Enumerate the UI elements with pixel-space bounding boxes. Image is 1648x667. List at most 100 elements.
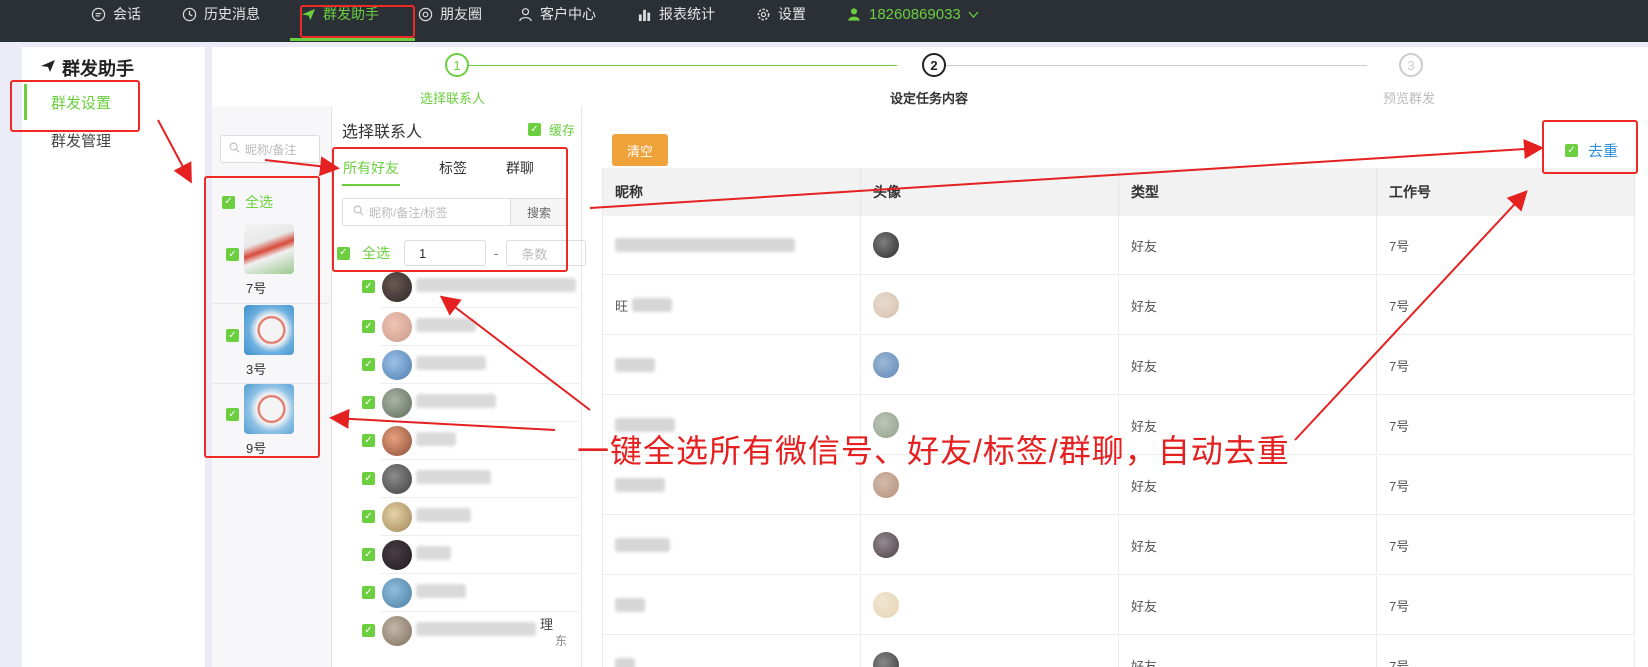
nav-item-chat[interactable]: 会话	[90, 0, 141, 28]
step-1-circle: 1	[445, 53, 469, 77]
checkbox[interactable]: ✓	[362, 320, 375, 333]
blurred-name	[615, 238, 795, 252]
avatar	[873, 652, 899, 667]
step-connector	[457, 65, 897, 66]
nav-item-history[interactable]: 历史消息	[181, 0, 260, 28]
checkbox[interactable]: ✓	[362, 434, 375, 447]
cell-work-no: 7号	[1377, 636, 1635, 667]
checkbox[interactable]: ✓	[1565, 144, 1578, 157]
contact-list-item[interactable]: ✓	[350, 462, 580, 502]
checkbox[interactable]: ✓	[362, 624, 375, 637]
blurred-name	[416, 508, 471, 522]
contact-list-item[interactable]: ✓	[350, 576, 580, 616]
contact-partial-text: 理	[540, 617, 554, 632]
contact-list-item[interactable]: ✓	[350, 538, 580, 578]
chevron-down-icon	[968, 6, 979, 22]
account-search-input[interactable]: 昵称/备注	[220, 135, 320, 163]
range-count-input[interactable]: 条数	[506, 240, 587, 266]
contact-list-item[interactable]: ✓	[350, 500, 580, 540]
blurred-name	[416, 584, 466, 598]
nav-label: 设置	[778, 6, 806, 22]
dedup-toggle[interactable]: ✓ 去重	[1565, 140, 1618, 161]
select-all-label: 全选	[362, 245, 390, 261]
blurred-name	[615, 598, 645, 612]
blurred-name	[416, 432, 456, 446]
tab-tags[interactable]: 标签	[439, 158, 467, 178]
account-card[interactable]: ✓ 9号	[226, 384, 322, 462]
cell-nickname	[603, 216, 861, 275]
cell-avatar	[861, 216, 1119, 275]
checkbox[interactable]: ✓	[362, 396, 375, 409]
nav-item-customers[interactable]: 客户中心	[517, 0, 596, 28]
active-tab-underline	[290, 38, 415, 41]
blurred-name	[416, 622, 536, 636]
checkbox[interactable]: ✓	[226, 248, 239, 261]
avatar	[873, 472, 899, 498]
avatar	[382, 502, 412, 532]
clear-button[interactable]: 清空	[612, 134, 668, 166]
send-icon	[40, 58, 56, 79]
nav-account-phone[interactable]: 18260869033	[846, 0, 979, 28]
account-card[interactable]: ✓ 3号	[226, 305, 322, 383]
cell-work-no: 7号	[1377, 516, 1635, 575]
checkbox[interactable]: ✓	[362, 586, 375, 599]
checkbox[interactable]: ✓	[226, 329, 239, 342]
avatar	[382, 350, 412, 380]
tab-group-chats[interactable]: 群聊	[506, 158, 534, 178]
aperture-icon	[417, 6, 433, 22]
checkbox[interactable]: ✓	[362, 472, 375, 485]
gear-icon	[755, 6, 771, 22]
tab-underline	[342, 184, 400, 186]
checkbox[interactable]: ✓	[226, 408, 239, 421]
nav-item-mass-send[interactable]: 群发助手	[300, 0, 379, 28]
blurred-name	[632, 298, 673, 312]
step-3-label: 预览群发	[1383, 91, 1436, 106]
range-from-input[interactable]: 1	[404, 240, 486, 266]
avatar	[382, 312, 412, 342]
cell-nickname	[603, 516, 861, 575]
contact-list-item[interactable]: ✓	[350, 424, 580, 464]
checkbox[interactable]: ✓	[362, 280, 375, 293]
checkbox[interactable]: ✓	[362, 358, 375, 371]
contact-list-item[interactable]: ✓	[350, 310, 580, 350]
cache-toggle[interactable]: ✓ 缓存	[528, 120, 575, 139]
cell-type: 好友	[1119, 636, 1377, 667]
account-card[interactable]: ✓ 7号	[226, 224, 322, 302]
account-name: 9号	[246, 441, 267, 456]
blurred-name	[416, 470, 491, 484]
account-select-all[interactable]: ✓ 全选	[222, 192, 273, 212]
sidebar-item-mass-send-settings[interactable]: 群发设置	[24, 84, 174, 120]
sidebar-item-mass-send-management[interactable]: 群发管理	[24, 122, 174, 158]
contact-list-item[interactable]: ✓	[350, 348, 580, 388]
avatar	[382, 426, 412, 456]
contact-search-input[interactable]: 昵称/备注/标签	[342, 198, 510, 226]
cell-type: 好友	[1119, 216, 1377, 275]
nav-item-reports[interactable]: 报表统计	[636, 0, 715, 28]
contact-list-item[interactable]: ✓	[350, 386, 580, 426]
cell-avatar	[861, 336, 1119, 395]
divider	[212, 303, 330, 304]
checkbox[interactable]: ✓	[362, 548, 375, 561]
search-icon	[353, 205, 364, 219]
nav-label: 会话	[113, 6, 141, 22]
contact-list-item[interactable]: ✓ 理 东	[350, 614, 580, 654]
account-avatar	[244, 305, 294, 355]
cell-work-no: 7号	[1377, 576, 1635, 635]
nav-item-settings[interactable]: 设置	[755, 0, 806, 28]
divider	[380, 459, 580, 460]
cell-type: 好友	[1119, 516, 1377, 575]
checkbox[interactable]: ✓	[337, 246, 350, 260]
nav-item-moments[interactable]: 朋友圈	[417, 0, 482, 28]
account-avatar	[244, 224, 294, 274]
range-separator: -	[494, 245, 499, 261]
tab-all-friends[interactable]: 所有好友	[343, 158, 399, 178]
search-button[interactable]: 搜索	[510, 198, 568, 226]
checkbox[interactable]: ✓	[362, 510, 375, 523]
step-2-circle: 2	[922, 53, 946, 77]
checkbox[interactable]: ✓	[222, 195, 235, 209]
avatar	[873, 592, 899, 618]
checkbox[interactable]: ✓	[528, 123, 541, 136]
blurred-name	[615, 538, 670, 552]
avatar	[382, 388, 412, 418]
contact-list-item[interactable]: ✓	[350, 270, 580, 310]
